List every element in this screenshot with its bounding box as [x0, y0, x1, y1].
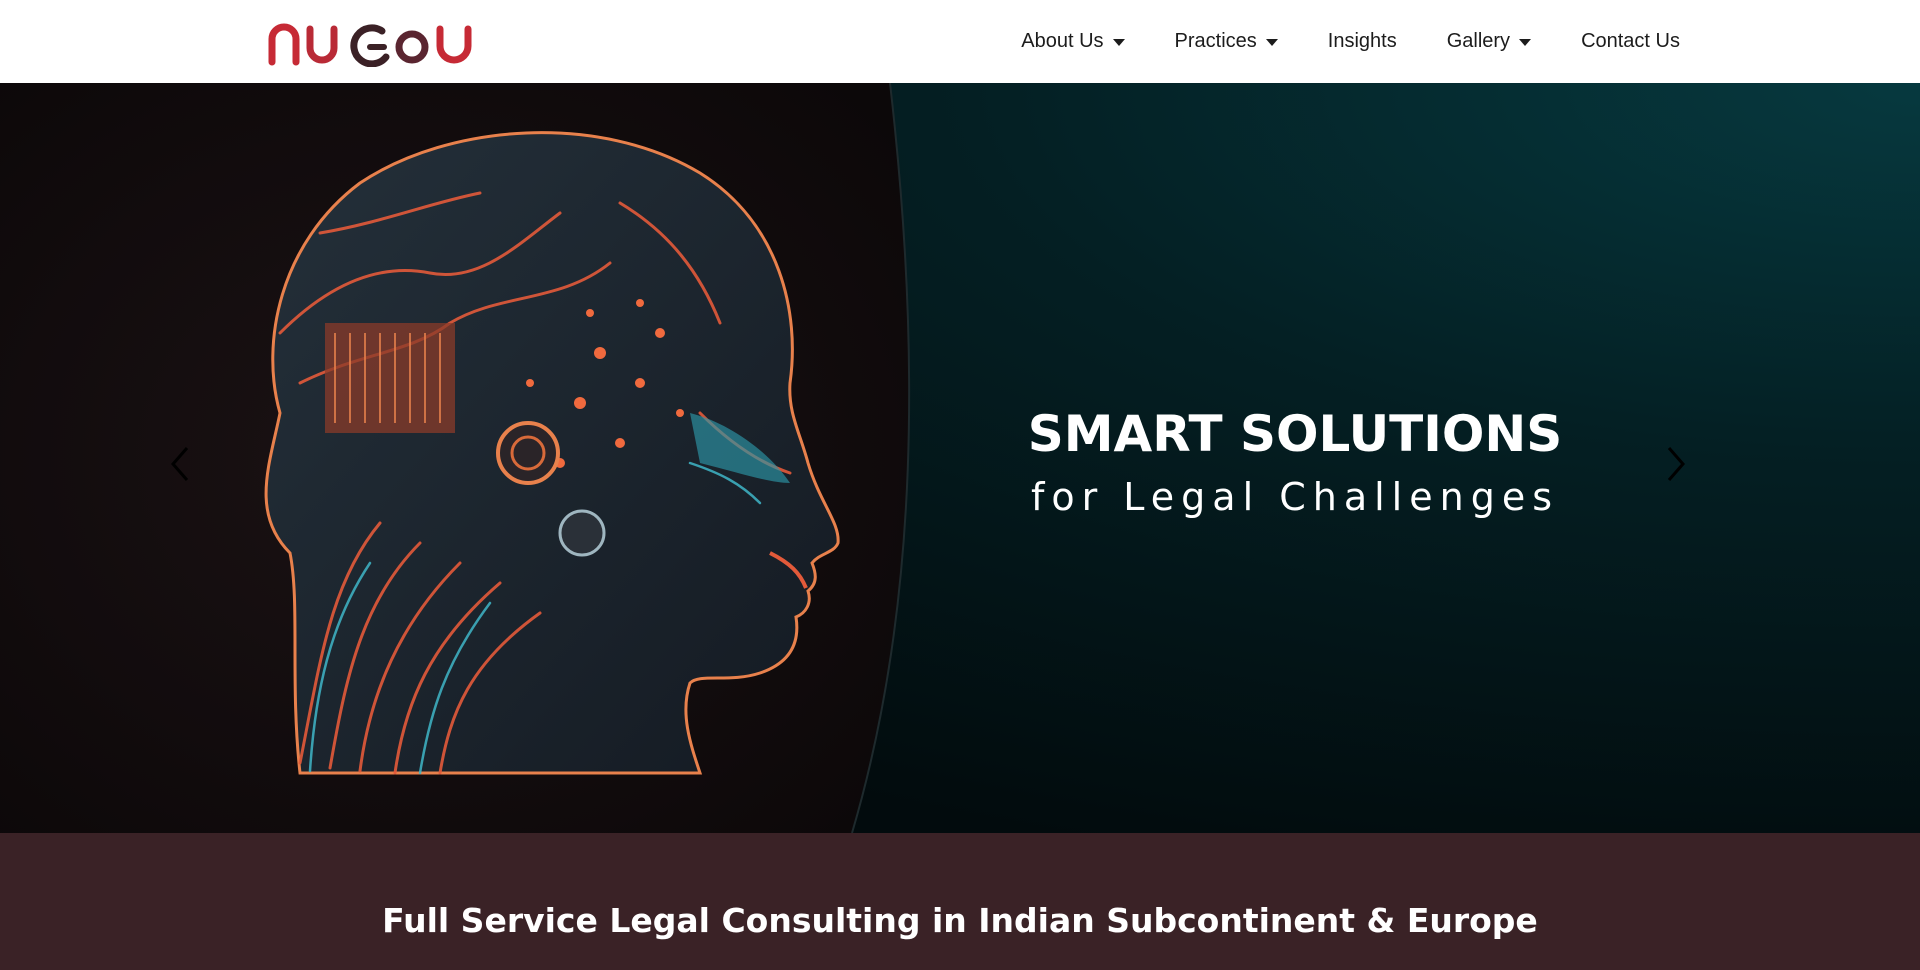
hero-subtitle: for Legal Challenges — [1030, 475, 1560, 519]
caret-down-icon — [1519, 39, 1532, 46]
nav-item-label: Practices — [1174, 30, 1257, 52]
nav-item-label: Contact Us — [1581, 30, 1680, 52]
nav-item-label: Insights — [1327, 30, 1397, 52]
slider-next-button[interactable] — [1656, 439, 1696, 489]
slider-prev-button[interactable] — [160, 439, 200, 489]
hero-background — [0, 83, 1920, 833]
caret-down-icon — [1112, 39, 1125, 46]
nav-item-practices[interactable]: Practices — [1175, 30, 1278, 53]
site-header: About Us Practices Insights Gallery Cont… — [0, 0, 1920, 83]
chevron-left-icon — [171, 447, 189, 481]
nav-item-contact-us[interactable]: Contact Us — [1581, 30, 1680, 53]
nav-item-insights[interactable]: Insights — [1328, 30, 1397, 53]
nugov-logo — [268, 23, 472, 67]
hero-caption: SMART SOLUTIONS for Legal Challenges — [1000, 405, 1590, 527]
nav-item-about-us[interactable]: About Us — [1021, 30, 1125, 53]
caret-down-icon — [1265, 39, 1278, 46]
intro-band: Full Service Legal Consulting in Indian … — [0, 833, 1920, 970]
nav-item-label: About Us — [1021, 30, 1104, 52]
main-nav: About Us Practices Insights Gallery Cont… — [1021, 0, 1680, 83]
nav-item-gallery[interactable]: Gallery — [1446, 30, 1532, 53]
intro-heading: Full Service Legal Consulting in Indian … — [382, 901, 1538, 940]
nav-item-label: Gallery — [1446, 30, 1511, 52]
hero-title: SMART SOLUTIONS — [1027, 405, 1563, 463]
chevron-right-icon — [1667, 447, 1685, 481]
hero-slider: SMART SOLUTIONS for Legal Challenges — [0, 83, 1920, 833]
